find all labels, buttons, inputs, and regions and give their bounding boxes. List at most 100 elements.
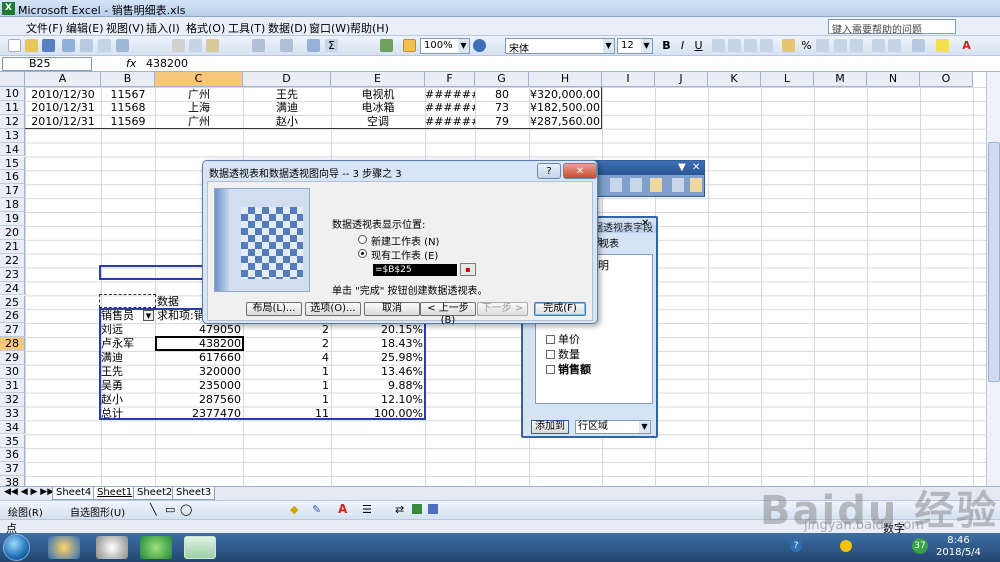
align-right-icon[interactable] xyxy=(744,39,757,52)
fx-icon[interactable]: fx xyxy=(126,57,136,70)
tray-badge[interactable]: 37 xyxy=(912,538,928,554)
col-header-i[interactable]: I xyxy=(602,72,655,87)
line-icon[interactable]: ╲ xyxy=(150,503,157,516)
row-header[interactable]: 23 xyxy=(0,267,25,282)
pivot-cell-count[interactable]: 2 xyxy=(243,337,331,350)
formula-input[interactable]: 438200 xyxy=(146,57,188,70)
row-header[interactable]: 10 xyxy=(0,87,25,101)
rectangle-icon[interactable]: ▭ xyxy=(165,503,175,516)
pivot-row-field[interactable]: 销售员 xyxy=(101,309,145,322)
radio-existing-sheet-label[interactable]: 现有工作表 (E) xyxy=(371,247,438,262)
draw-menu[interactable]: 绘图(R) xyxy=(8,504,43,519)
select-all-corner[interactable] xyxy=(0,72,25,87)
cell-h[interactable]: ¥287,560.00 xyxy=(529,115,602,128)
row-header[interactable]: 21 xyxy=(0,239,25,254)
cell-f[interactable]: ####### xyxy=(425,88,475,101)
menu-view[interactable]: 视图(V) xyxy=(106,20,144,36)
pivot-cell-name[interactable]: 吴勇 xyxy=(101,379,153,392)
tray-app-icon[interactable] xyxy=(840,540,852,552)
underline-icon[interactable]: U xyxy=(692,39,705,52)
align-center-icon[interactable] xyxy=(728,39,741,52)
cell-c[interactable]: 上海 xyxy=(155,101,243,114)
3d-icon[interactable] xyxy=(428,504,438,514)
area-select[interactable]: 行区域 ▼ xyxy=(575,420,651,434)
row-header[interactable]: 13 xyxy=(0,128,25,143)
pivot-cell-pct[interactable]: 9.88% xyxy=(331,379,425,392)
row-header[interactable]: 11 xyxy=(0,100,25,115)
menu-data[interactable]: 数据(D) xyxy=(268,20,307,36)
col-header-f[interactable]: F xyxy=(425,72,475,87)
row-header[interactable]: 14 xyxy=(0,142,25,157)
cell-h[interactable]: ¥182,500.00 xyxy=(529,101,602,114)
permission-icon[interactable] xyxy=(62,39,75,52)
merge-center-icon[interactable] xyxy=(760,39,773,52)
pivot-cell-name[interactable]: 卢永军 xyxy=(101,337,153,350)
pivot-cell-pct[interactable]: 25.98% xyxy=(331,351,425,364)
arrow-style-icon[interactable]: ⇄ xyxy=(395,503,404,516)
row-header[interactable]: 32 xyxy=(0,392,25,407)
row-header[interactable]: 33 xyxy=(0,406,25,421)
cell-f[interactable]: ####### xyxy=(425,115,475,128)
row-field-dropdown[interactable]: ▼ xyxy=(143,310,154,321)
vertical-scrollbar[interactable] xyxy=(986,72,1000,486)
close-button[interactable]: ✕ xyxy=(563,163,597,179)
col-header-h[interactable]: H xyxy=(529,72,602,87)
cell-d[interactable]: 满迪 xyxy=(243,101,331,114)
row-header[interactable]: 12 xyxy=(0,114,25,129)
row-header[interactable]: 28 xyxy=(0,337,25,352)
row-header[interactable]: 25 xyxy=(0,295,25,310)
cell-g[interactable]: 80 xyxy=(475,88,529,101)
pivot-tool-icon[interactable] xyxy=(672,178,684,192)
fill-color-icon[interactable] xyxy=(936,39,949,52)
cell-e[interactable]: 电冰箱 xyxy=(331,101,425,114)
pivot-cell-pct[interactable]: 13.46% xyxy=(331,365,425,378)
menu-window[interactable]: 窗口(W) xyxy=(309,20,350,36)
back-button[interactable]: < 上一步(B) xyxy=(420,302,476,326)
col-header-k[interactable]: K xyxy=(708,72,761,87)
pivot-cell-pct[interactable]: 18.43% xyxy=(331,337,425,350)
row-header[interactable]: 18 xyxy=(0,198,25,213)
cell-d[interactable]: 王先 xyxy=(243,88,331,101)
col-header-l[interactable]: L xyxy=(761,72,814,87)
row-header[interactable]: 19 xyxy=(0,212,25,226)
sheet-tab-sheet2[interactable]: Sheet2 xyxy=(133,487,177,500)
help-button[interactable]: ? xyxy=(537,163,561,179)
align-left-icon[interactable] xyxy=(712,39,725,52)
cell-b[interactable]: 11567 xyxy=(101,88,155,101)
bold-icon[interactable]: B xyxy=(660,39,673,52)
tab-scroll-arrows[interactable]: ◀◀ ◀ ▶ ▶▶ xyxy=(4,487,54,497)
spelling-icon[interactable] xyxy=(116,39,129,52)
drawing-toggle-icon[interactable] xyxy=(403,39,416,52)
pivot-tool-icon[interactable] xyxy=(690,178,702,192)
options-button[interactable]: 选项(O)... xyxy=(305,302,361,316)
pivot-cell-count[interactable]: 1 xyxy=(243,379,331,392)
field-unit-price[interactable]: 单价 xyxy=(546,331,580,347)
cell-g[interactable]: 73 xyxy=(475,101,529,114)
pivot-cell-sum[interactable]: 2377470 xyxy=(155,407,243,420)
new-icon[interactable] xyxy=(8,39,21,52)
increase-decimal-icon[interactable] xyxy=(834,39,847,52)
field-sales-amount[interactable]: 销售额 xyxy=(546,361,591,377)
print-preview-icon[interactable] xyxy=(98,39,111,52)
cell-c[interactable]: 广州 xyxy=(155,88,243,101)
cell-d[interactable]: 赵小 xyxy=(243,115,331,128)
save-icon[interactable] xyxy=(42,39,55,52)
col-header-b[interactable]: B xyxy=(101,72,155,87)
menu-format[interactable]: 格式(O) xyxy=(186,20,225,36)
location-reference-input[interactable]: =$B$25 xyxy=(373,264,457,276)
ie-icon[interactable] xyxy=(48,536,80,559)
pivot-cell-pct[interactable]: 12.10% xyxy=(331,393,425,406)
cell-e[interactable]: 空调 xyxy=(331,115,425,128)
sheet-tab-sheet1[interactable]: Sheet1 xyxy=(93,487,137,500)
pivot-cell-count[interactable]: 1 xyxy=(243,365,331,378)
scroll-thumb[interactable] xyxy=(988,142,1000,382)
font-select[interactable]: 宋体 ▼ xyxy=(505,38,615,55)
line-style-icon[interactable]: ☰ xyxy=(362,503,372,516)
shadow-icon[interactable] xyxy=(412,504,422,514)
help-icon[interactable] xyxy=(473,39,486,52)
col-header-c[interactable]: C xyxy=(155,72,243,87)
field-quantity[interactable]: 数量 xyxy=(546,346,580,362)
open-icon[interactable] xyxy=(25,39,38,52)
fill-bucket-icon[interactable]: ◆ xyxy=(290,503,298,516)
sheet-tab-sheet4[interactable]: Sheet4 xyxy=(52,487,96,500)
